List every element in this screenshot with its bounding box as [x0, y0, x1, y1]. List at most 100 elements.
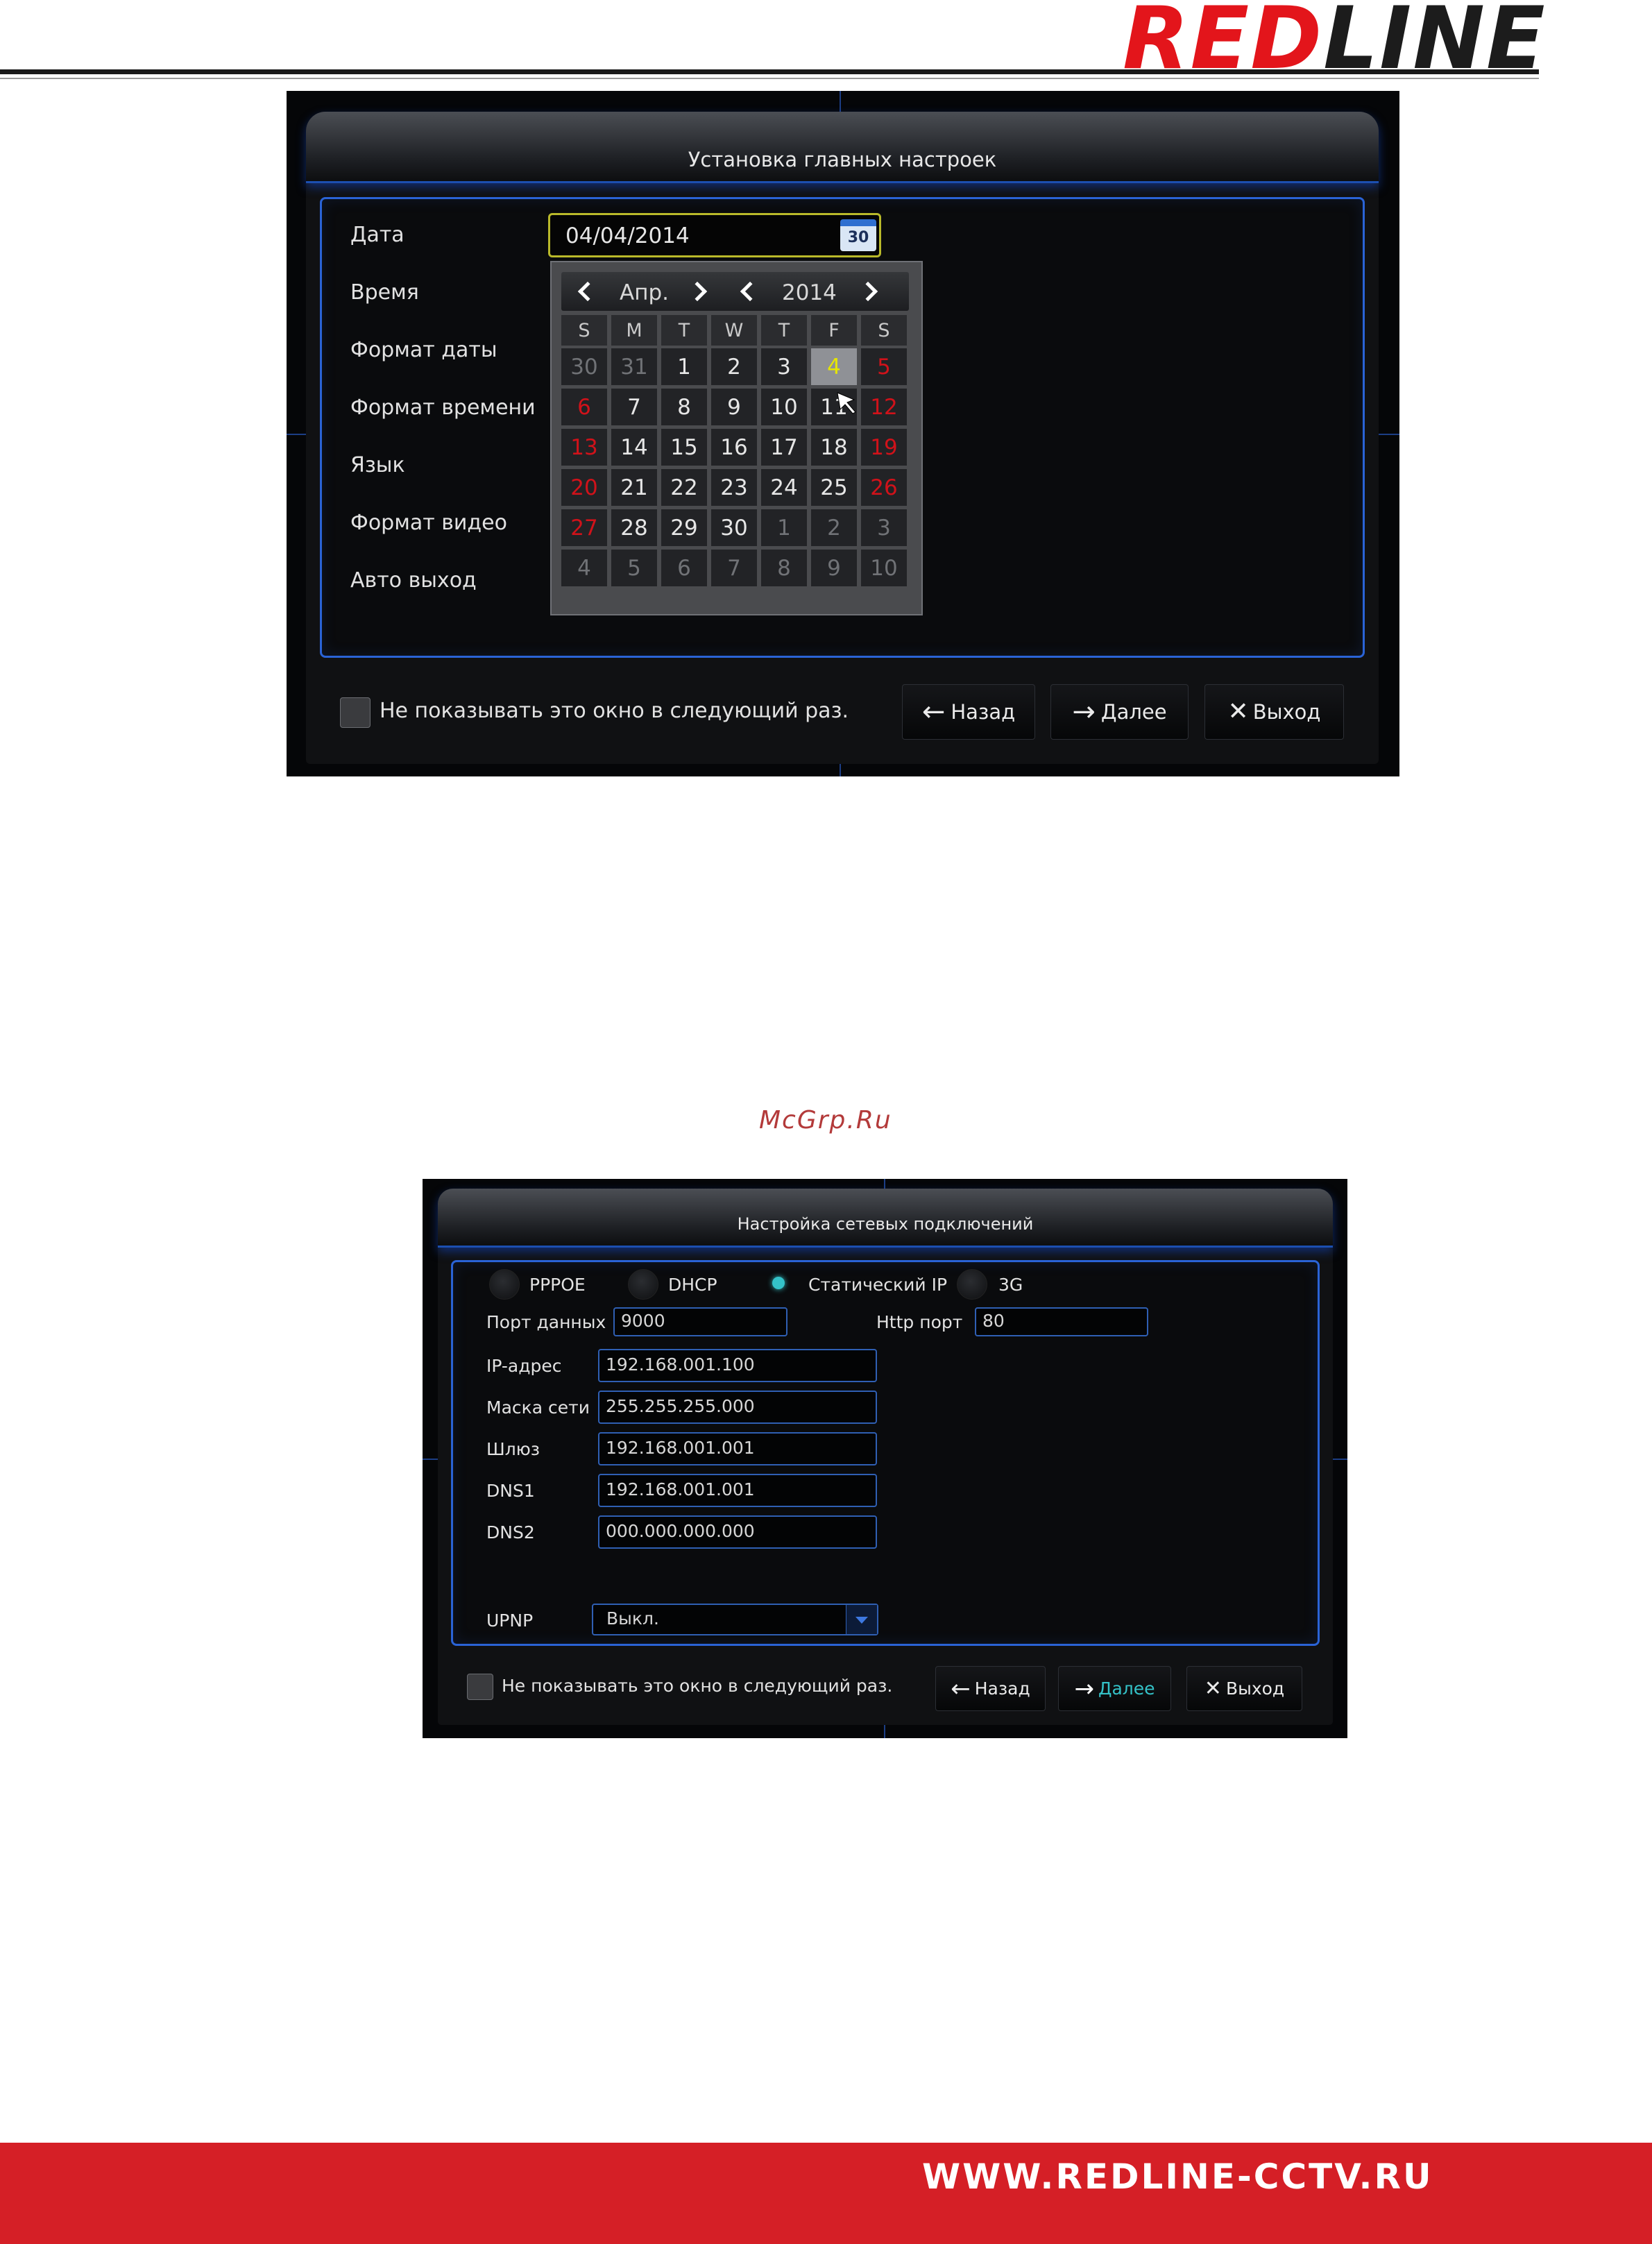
calendar-day[interactable]: 20 — [561, 469, 607, 506]
calendar-day[interactable]: 3 — [861, 509, 907, 546]
radio-static-ip-selected[interactable] — [772, 1277, 785, 1289]
mouse-cursor-icon — [837, 392, 856, 414]
network-setup-screenshot: Настройка сетевых подключений PPPOE DHCP… — [423, 1179, 1347, 1738]
calendar-day[interactable]: 8 — [661, 389, 707, 425]
mode-dhcp-label: DHCP — [668, 1275, 717, 1295]
ip-address-input[interactable]: 192.168.001.100 — [598, 1349, 877, 1382]
calendar-day[interactable]: 7 — [711, 550, 757, 586]
back-button[interactable]: ← Назад — [935, 1666, 1046, 1711]
calendar-icon[interactable]: 30 — [840, 219, 876, 251]
gateway-input[interactable]: 192.168.001.001 — [598, 1432, 877, 1465]
label-video-format: Формат видео — [350, 511, 507, 535]
next-year-icon[interactable] — [858, 281, 878, 302]
calendar-day[interactable]: 23 — [711, 469, 757, 506]
calendar-day-selected[interactable]: 4 — [811, 348, 857, 385]
calendar-day[interactable]: 5 — [861, 348, 907, 385]
calendar-day[interactable]: 2 — [811, 509, 857, 546]
calendar-day[interactable]: 30 — [561, 348, 607, 385]
dns2-input[interactable]: 000.000.000.000 — [598, 1515, 877, 1549]
calendar-day[interactable]: 17 — [761, 429, 807, 466]
chevron-down-icon — [846, 1605, 877, 1634]
calendar-day[interactable]: 14 — [611, 429, 657, 466]
calendar-day[interactable]: 6 — [561, 389, 607, 425]
calendar-day[interactable]: 30 — [711, 509, 757, 546]
next-button[interactable]: → Далее — [1058, 1666, 1171, 1711]
header-rule — [0, 69, 1539, 74]
calendar-weekday: F — [811, 315, 857, 346]
arrow-left-icon: ← — [951, 1674, 971, 1703]
dont-show-checkbox[interactable] — [467, 1674, 493, 1700]
label-date-format: Формат даты — [350, 338, 497, 362]
dns1-input[interactable]: 192.168.001.001 — [598, 1474, 877, 1507]
dialog-title-bar: Установка главных настроек — [306, 112, 1379, 183]
calendar-day[interactable]: 16 — [711, 429, 757, 466]
logo-dark-part: LINE — [1323, 0, 1547, 89]
calendar-day[interactable]: 1 — [661, 348, 707, 385]
upnp-select[interactable]: Выкл. — [592, 1604, 878, 1635]
calendar-day[interactable]: 7 — [611, 389, 657, 425]
calendar-day[interactable]: 9 — [811, 550, 857, 586]
back-button[interactable]: ← Назад — [902, 684, 1035, 740]
calendar-month: Апр. — [620, 280, 670, 305]
calendar-day[interactable]: 8 — [761, 550, 807, 586]
http-port-label: Http порт — [876, 1312, 963, 1332]
radio-3g[interactable] — [957, 1269, 987, 1300]
dialog-title-bar: Настройка сетевых подключений — [438, 1189, 1333, 1248]
dont-show-label: Не показывать это окно в следующий раз. — [502, 1676, 893, 1696]
gateway-label: Шлюз — [486, 1439, 540, 1459]
calendar-day[interactable]: 29 — [661, 509, 707, 546]
calendar-day[interactable]: 25 — [811, 469, 857, 506]
data-port-input[interactable]: 9000 — [613, 1307, 787, 1336]
calendar-nav: Апр. 2014 — [561, 272, 909, 311]
calendar-day[interactable]: 12 — [861, 389, 907, 425]
calendar-day[interactable]: 2 — [711, 348, 757, 385]
calendar-day[interactable]: 26 — [861, 469, 907, 506]
calendar-day[interactable]: 19 — [861, 429, 907, 466]
calendar-weekday: T — [761, 315, 807, 346]
ip-address-label: IP-адрес — [486, 1356, 562, 1376]
calendar-day[interactable]: 3 — [761, 348, 807, 385]
dialog-title: Установка главных настроек — [688, 148, 997, 171]
calendar-day[interactable]: 4 — [561, 550, 607, 586]
calendar-day[interactable]: 9 — [711, 389, 757, 425]
label-date: Дата — [350, 223, 405, 247]
upnp-label: UPNP — [486, 1610, 534, 1631]
footer-url[interactable]: WWW.REDLINE-CCTV.RU — [922, 2157, 1433, 2197]
arrow-left-icon: ← — [921, 696, 946, 728]
subnet-mask-label: Маска сети — [486, 1397, 590, 1418]
calendar-day-grid: 30 31 1 2 3 4 5 6 7 8 9 10 11 12 13 14 15 16 17 18 19 20 21 22 2… — [561, 348, 909, 605]
calendar-day[interactable]: 10 — [861, 550, 907, 586]
calendar-day[interactable]: 27 — [561, 509, 607, 546]
close-icon: ✕ — [1204, 1676, 1222, 1701]
calendar-day[interactable]: 10 — [761, 389, 807, 425]
calendar-day[interactable]: 6 — [661, 550, 707, 586]
calendar-day[interactable]: 22 — [661, 469, 707, 506]
next-month-icon[interactable] — [687, 281, 708, 302]
date-input[interactable]: 04/04/2014 30 — [548, 213, 881, 257]
next-button[interactable]: → Далее — [1050, 684, 1189, 740]
prev-month-icon[interactable] — [577, 281, 598, 302]
watermark-text: McGrp.Ru — [759, 1106, 892, 1134]
calendar-day[interactable]: 28 — [611, 509, 657, 546]
calendar-day[interactable]: 24 — [761, 469, 807, 506]
exit-button[interactable]: ✕ Выход — [1204, 684, 1344, 740]
radio-dhcp[interactable] — [628, 1269, 658, 1300]
calendar-day[interactable]: 15 — [661, 429, 707, 466]
exit-button-label: Выход — [1225, 1678, 1285, 1699]
calendar-day[interactable]: 5 — [611, 550, 657, 586]
calendar-day[interactable]: 21 — [611, 469, 657, 506]
calendar-day[interactable]: 18 — [811, 429, 857, 466]
dont-show-checkbox[interactable] — [340, 697, 371, 728]
radio-pppoe[interactable] — [489, 1269, 520, 1300]
calendar-day[interactable]: 31 — [611, 348, 657, 385]
exit-button[interactable]: ✕ Выход — [1186, 1666, 1302, 1711]
dns1-label: DNS1 — [486, 1481, 535, 1501]
calendar-weekday: T — [661, 315, 707, 346]
next-button-label: Далее — [1100, 700, 1167, 724]
http-port-input[interactable]: 80 — [975, 1307, 1148, 1336]
calendar-icon-day: 30 — [847, 229, 869, 246]
calendar-day[interactable]: 1 — [761, 509, 807, 546]
calendar-day[interactable]: 13 — [561, 429, 607, 466]
prev-year-icon[interactable] — [740, 281, 760, 302]
subnet-mask-input[interactable]: 255.255.255.000 — [598, 1391, 877, 1424]
